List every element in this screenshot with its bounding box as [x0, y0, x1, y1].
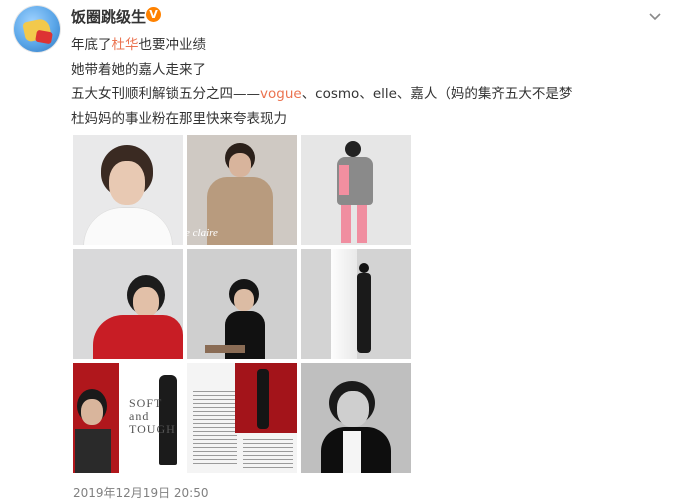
chevron-down-icon[interactable]	[648, 10, 662, 24]
post-text-segment: 她带着她的嘉人走来了	[71, 61, 206, 78]
photo-9[interactable]	[301, 363, 411, 473]
post-text-segment: 年底了	[71, 37, 112, 53]
post-line: 五大女刊顺利解锁五分之四——vogue、cosmo、elle、嘉人（妈的集齐五大…	[71, 82, 661, 107]
post-text-segment: 杜妈妈的事业粉在那里快来夸表现力	[71, 110, 287, 127]
photo-overlay-text: e claire	[187, 227, 218, 239]
photo-3[interactable]	[301, 135, 411, 245]
photo-4[interactable]	[73, 249, 183, 359]
post-timestamp[interactable]: 2019年12月19日 20:50	[73, 484, 208, 501]
post-text-segment: 五大女刊顺利解锁五分之四——	[71, 86, 260, 102]
magazine-headline: SOFT and TOUGH	[129, 396, 176, 436]
photo-7[interactable]: SOFT and TOUGH	[73, 363, 183, 473]
photo-grid: e claire SOFT and TOUGH	[73, 135, 411, 473]
avatar-figure-accent	[35, 29, 53, 45]
post-line: 她带着她的嘉人走来了	[71, 58, 661, 83]
photo-1[interactable]	[73, 135, 183, 245]
highlight-link[interactable]: vogue	[260, 86, 302, 102]
post-text: 年底了杜华也要冲业绩她带着她的嘉人走来了五大女刊顺利解锁五分之四——vogue、…	[71, 33, 661, 131]
photo-6[interactable]	[301, 249, 411, 359]
highlight-link[interactable]: 杜华	[112, 37, 139, 53]
post-text-segment: 、cosmo、elle、嘉人（妈的集齐五大不是梦	[301, 86, 573, 102]
verified-badge-icon: V	[146, 7, 161, 22]
post-line: 杜妈妈的事业粉在那里快来夸表现力	[71, 107, 661, 132]
photo-2[interactable]: e claire	[187, 135, 297, 245]
author-avatar[interactable]	[14, 6, 60, 52]
post-text-segment: 也要冲业绩	[138, 37, 207, 53]
author-name[interactable]: 饭圈跳级生	[71, 6, 146, 27]
post-line: 年底了杜华也要冲业绩	[71, 33, 661, 58]
photo-8[interactable]	[187, 363, 297, 473]
photo-5[interactable]	[187, 249, 297, 359]
